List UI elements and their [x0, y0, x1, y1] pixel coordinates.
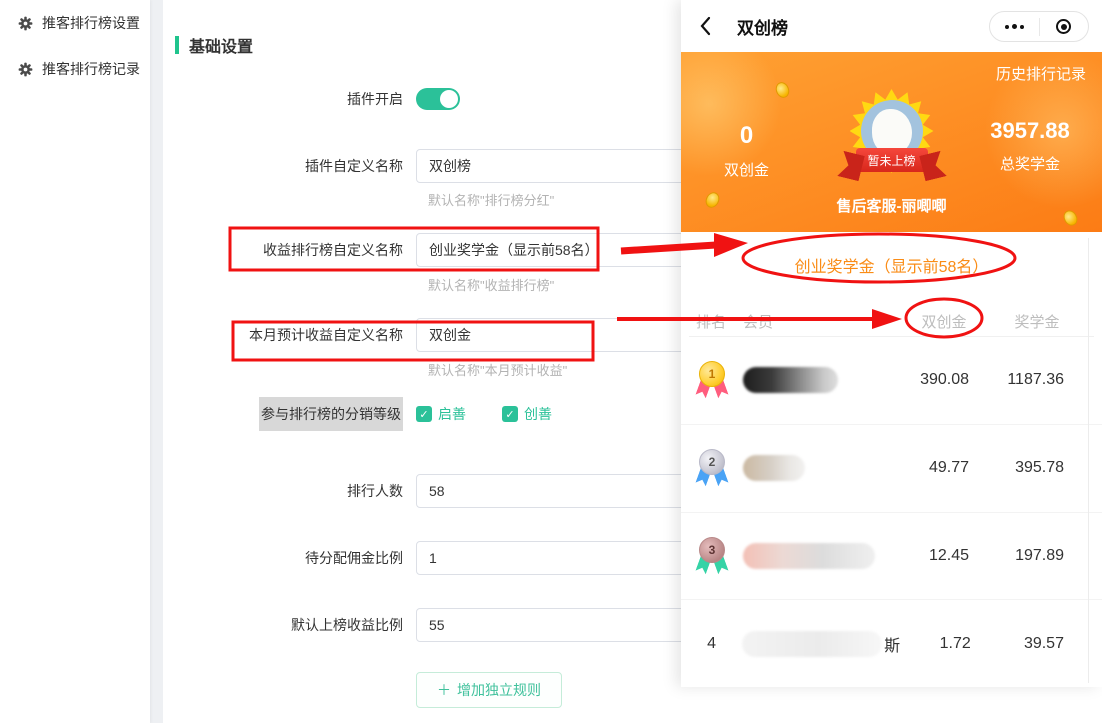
- level-checkbox-label: 启善: [438, 406, 466, 422]
- checkbox-checked-icon: [416, 406, 432, 422]
- username: 售后客服-丽唧唧: [836, 198, 947, 215]
- gold-medal-icon: 1: [697, 360, 727, 400]
- header-member: 会员: [743, 314, 774, 331]
- my-score-value: 0: [739, 122, 754, 149]
- header-rank: 排名: [696, 314, 727, 331]
- scrollbar-track[interactable]: [1088, 238, 1089, 683]
- plugin-enable-toggle[interactable]: [416, 88, 460, 110]
- table-header: 排名 会员 双创金 奖学金: [681, 308, 1102, 334]
- section-title: 基础设置: [175, 33, 253, 57]
- my-score-stat: 0 双创金: [699, 122, 794, 180]
- rank-list: 1 390.08 1187.36 2 49.77 395.78 3 12.45 …: [681, 337, 1102, 687]
- toggle-knob: [440, 90, 458, 108]
- dot-icon: [1019, 24, 1024, 29]
- level-checkbox-chuangshan[interactable]: 创善: [502, 404, 552, 424]
- plugin-toggle-label: 插件开启: [347, 91, 403, 107]
- level-checkbox-qishan[interactable]: 启善: [416, 404, 466, 424]
- add-rule-label: 增加独立规则: [457, 682, 541, 698]
- plus-icon: ＋: [437, 682, 451, 698]
- sidebar-item-label: 推客排行榜记录: [42, 61, 140, 77]
- sidebar-item-ranking-settings[interactable]: 推客排行榜设置: [0, 0, 150, 46]
- income-rank-name-label: 收益排行榜自定义名称: [263, 242, 403, 258]
- dot-icon: [1004, 24, 1009, 29]
- table-row: 3 12.45 197.89: [681, 513, 1102, 601]
- not-ranked-badge: 暂未上榜: [855, 148, 928, 172]
- levels-label: 参与排行榜的分销等级: [259, 397, 403, 431]
- target-icon: [1056, 19, 1072, 34]
- award-value: 197.89: [1015, 546, 1064, 564]
- score-value: 49.77: [928, 459, 969, 477]
- more-menu-button[interactable]: [990, 24, 1039, 29]
- award-value: 1187.36: [1007, 371, 1064, 389]
- plugin-toggle-row: 插件开启: [163, 88, 460, 110]
- wechat-capsule: [989, 11, 1089, 42]
- history-record-link[interactable]: 历史排行记录: [996, 63, 1086, 84]
- redacted-member-name: [743, 367, 838, 394]
- month-income-name-hint: 默认名称"本月预计收益": [428, 363, 568, 378]
- gear-icon: [18, 62, 33, 77]
- commission-ratio-label: 待分配佣金比例: [305, 550, 403, 566]
- rank-count-label: 排行人数: [347, 483, 403, 499]
- award-value: 395.78: [1015, 459, 1064, 477]
- coin-icon: [773, 80, 792, 100]
- score-value: 1.72: [939, 634, 971, 652]
- total-award-stat: 3957.88 总奖学金: [972, 118, 1088, 174]
- plugin-name-hint: 默认名称"排行榜分红": [428, 193, 555, 208]
- member-name-suffix: 斯: [884, 637, 901, 655]
- score-value: 390.08: [920, 371, 969, 389]
- table-row: 2 49.77 395.78: [681, 425, 1102, 513]
- dot-icon: [1011, 24, 1017, 29]
- redacted-member-name: [743, 542, 875, 569]
- redacted-member-name: [742, 630, 883, 657]
- month-income-name-label: 本月预计收益自定义名称: [249, 327, 403, 343]
- income-rank-name-hint: 默认名称"收益排行榜": [428, 278, 555, 293]
- redacted-member-name: [743, 455, 805, 482]
- default-ratio-label: 默认上榜收益比例: [291, 617, 403, 633]
- table-row: 1 390.08 1187.36: [681, 337, 1102, 425]
- miniprogram-preview: 双创榜 历史排行记录 0 双创金 暂未上榜 售后客服-丽唧唧 3957.88 总…: [681, 0, 1102, 687]
- sidebar-item-ranking-records[interactable]: 推客排行榜记录: [0, 46, 150, 92]
- header-score: 双创金: [921, 314, 967, 331]
- level-checkbox-label: 创善: [524, 406, 552, 422]
- plugin-name-label: 插件自定义名称: [305, 158, 403, 174]
- checkbox-checked-icon: [502, 406, 518, 422]
- gear-icon: [18, 16, 33, 31]
- table-row: 4 斯 1.72 39.57: [681, 600, 1102, 687]
- rank-list-title: 创业奖学金（显示前58名）: [794, 259, 989, 276]
- page-title: 双创榜: [737, 18, 788, 38]
- ranking-banner: 历史排行记录 0 双创金 暂未上榜 售后客服-丽唧唧 3957.88 总奖学金: [681, 52, 1102, 232]
- sidebar-item-label: 推客排行榜设置: [42, 15, 140, 31]
- nav-bar: 双创榜: [681, 0, 1102, 52]
- back-icon[interactable]: [699, 16, 711, 36]
- bronze-medal-icon: 3: [697, 536, 727, 576]
- add-rule-button[interactable]: ＋ 增加独立规则: [416, 672, 562, 708]
- silver-medal-icon: 2: [697, 448, 727, 488]
- header-award: 奖学金: [1014, 314, 1060, 331]
- award-value: 39.57: [1023, 634, 1064, 652]
- score-value: 12.45: [928, 546, 969, 564]
- rank-number: 4: [707, 634, 717, 652]
- admin-sidebar: 推客排行榜设置 推客排行榜记录: [0, 0, 150, 723]
- total-award-label: 总奖学金: [999, 156, 1060, 173]
- total-award-value: 3957.88: [990, 118, 1070, 143]
- close-target-button[interactable]: [1040, 19, 1089, 34]
- levels-row: 参与排行榜的分销等级 启善 创善: [163, 397, 588, 431]
- section-accent-bar: [175, 36, 179, 54]
- my-score-label: 双创金: [723, 162, 769, 179]
